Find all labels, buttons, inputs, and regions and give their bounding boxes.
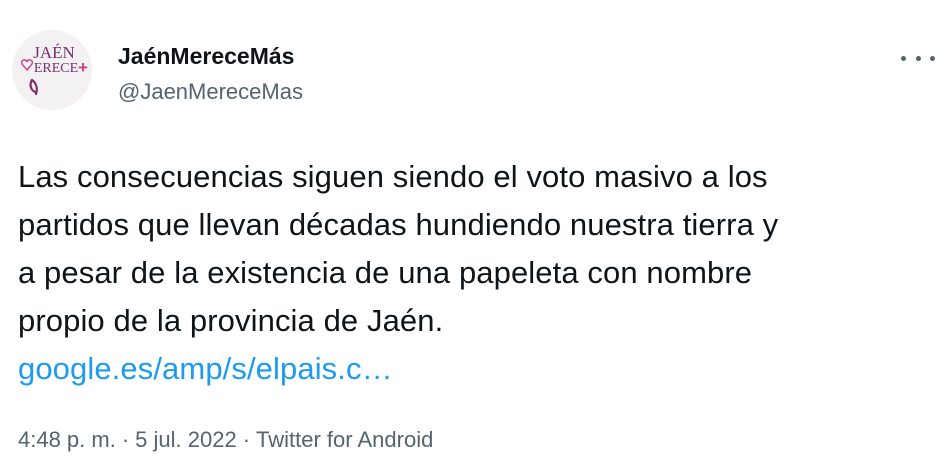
more-horizontal-icon xyxy=(915,55,921,61)
avatar[interactable]: JAÉN ERECE + xyxy=(12,30,92,110)
more-horizontal-icon xyxy=(930,55,935,61)
tweet-text-line: a pesar de la existencia de una papeleta… xyxy=(18,255,753,290)
tweet-text-line: partidos que llevan décadas hundiendo nu… xyxy=(18,207,779,242)
jaen-merece-logo: JAÉN ERECE + xyxy=(20,43,88,96)
author-display-name[interactable]: JaénMereceMás xyxy=(118,42,303,70)
tweet-text-line: propio de la provincia de Jaén. xyxy=(18,303,444,338)
tweet-time[interactable]: 4:48 p. m. xyxy=(18,427,116,452)
tweet-link[interactable]: google.es/amp/s/elpais.c… xyxy=(18,351,393,386)
tweet-source[interactable]: Twitter for Android xyxy=(256,427,433,452)
tweet-text-line: Las consecuencias siguen siendo el voto … xyxy=(18,159,768,194)
meta-separator: · xyxy=(121,427,130,452)
more-options-button[interactable] xyxy=(901,48,935,68)
svg-text:JAÉN: JAÉN xyxy=(33,43,75,62)
more-horizontal-icon xyxy=(901,55,906,61)
tweet-text: Las consecuencias siguen siendo el voto … xyxy=(18,153,938,393)
tweet-metadata: 4:48 p. m. · 5 jul. 2022 · Twitter for Andro… xyxy=(18,425,433,455)
tweet-date[interactable]: 5 jul. 2022 xyxy=(135,427,237,452)
author-block: JaénMereceMás @JaenMereceMas xyxy=(118,42,303,106)
svg-text:ERECE: ERECE xyxy=(34,61,78,76)
tweet-card: JAÉN ERECE + JaénMereceMás @JaenMereceMa… xyxy=(0,0,949,474)
author-handle[interactable]: @JaenMereceMas xyxy=(118,78,303,106)
meta-separator: · xyxy=(242,427,251,452)
svg-text:+: + xyxy=(78,58,88,77)
